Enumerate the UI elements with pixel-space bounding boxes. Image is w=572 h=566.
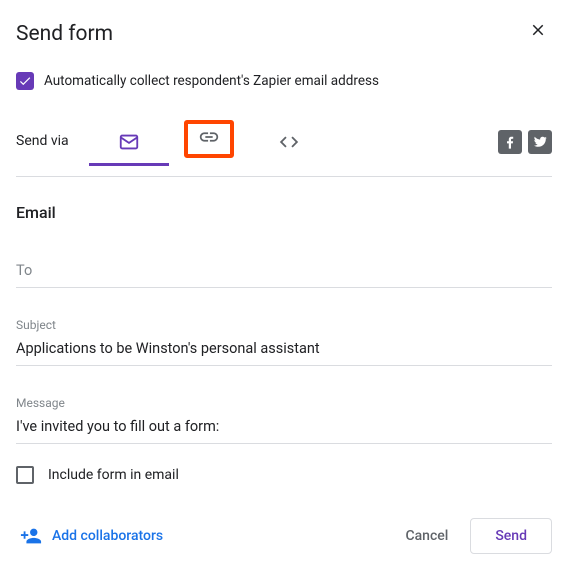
include-form-label: Include form in email [48,467,179,483]
to-input[interactable] [16,260,552,281]
add-collaborators-label: Add collaborators [52,528,163,544]
message-label: Message [16,396,552,410]
tab-embed[interactable] [249,131,329,165]
link-icon [198,126,220,148]
send-via-label: Send via [16,133,69,163]
include-form-checkbox[interactable] [16,466,34,484]
add-collaborators-button[interactable]: Add collaborators [20,525,163,547]
tab-link[interactable] [169,120,249,176]
person-add-icon [20,525,42,547]
facebook-button[interactable] [498,130,522,154]
twitter-button[interactable] [528,130,552,154]
send-via-row: Send via [16,120,552,177]
footer-row: Add collaborators Cancel Send [16,518,552,554]
message-input[interactable] [16,416,552,437]
title-row: Send form [16,16,552,46]
dialog-title: Send form [16,22,113,46]
include-form-row: Include form in email [16,466,552,484]
facebook-icon [502,134,518,150]
message-field: Message [16,396,552,444]
subject-label: Subject [16,318,552,332]
to-field [16,260,552,288]
email-icon [118,131,140,153]
twitter-icon [532,134,548,150]
close-icon [529,21,547,39]
email-section-title: Email [16,203,552,222]
subject-input[interactable] [16,338,552,359]
subject-field: Subject [16,318,552,366]
close-button[interactable] [524,16,552,44]
embed-icon [278,131,300,153]
auto-collect-row: Automatically collect respondent's Zapie… [16,72,552,90]
send-button[interactable]: Send [470,518,552,554]
tab-email[interactable] [89,131,169,166]
cancel-button[interactable]: Cancel [389,518,464,554]
checkmark-icon [18,74,32,88]
link-highlight-box [184,120,234,158]
send-form-dialog: Send form Automatically collect responde… [0,0,572,566]
auto-collect-label: Automatically collect respondent's Zapie… [44,73,379,89]
auto-collect-checkbox[interactable] [16,72,34,90]
